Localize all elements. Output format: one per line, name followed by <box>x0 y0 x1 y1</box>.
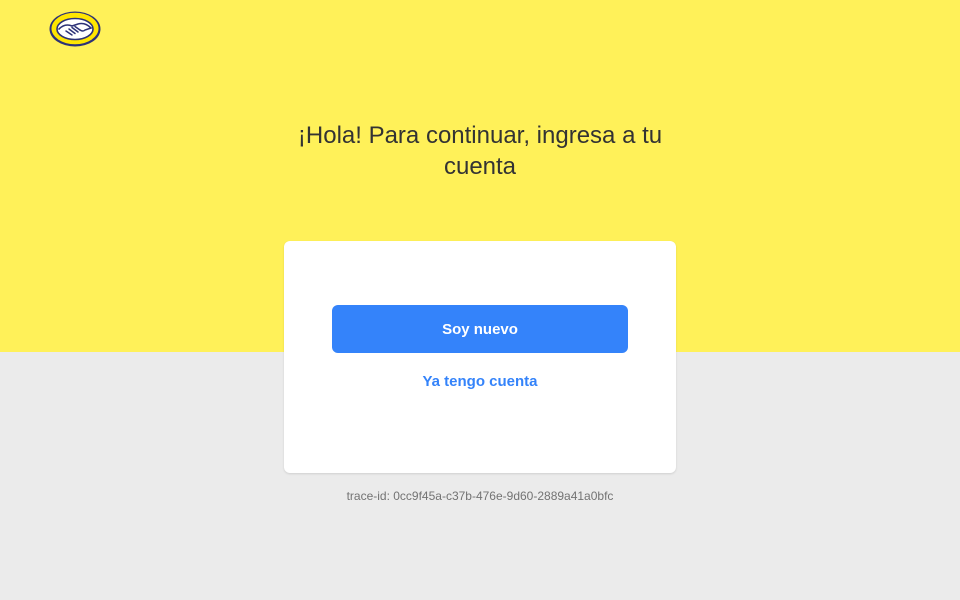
mercadolibre-logo[interactable] <box>48 10 102 48</box>
page-headline: ¡Hola! Para continuar, ingresa a tu cuen… <box>297 122 663 180</box>
trace-id-text: trace-id: 0cc9f45a-c37b-476e-9d60-2889a4… <box>346 489 614 503</box>
existing-account-link[interactable]: Ya tengo cuenta <box>332 373 628 390</box>
account-choice-card: Soy nuevo Ya tengo cuenta <box>284 241 676 473</box>
handshake-logo-icon <box>48 10 102 48</box>
new-user-button[interactable]: Soy nuevo <box>332 305 628 353</box>
